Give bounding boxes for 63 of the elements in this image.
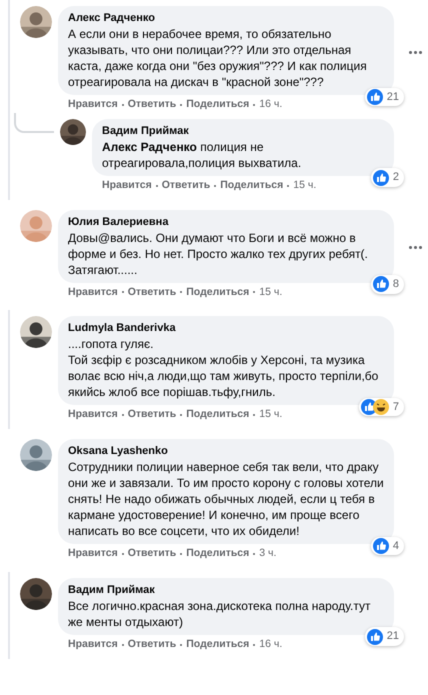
- comment-text: Алекс Радченко полиция не отреагировала,полиция выхватила.: [102, 138, 302, 171]
- action-link[interactable]: Ответить: [162, 178, 210, 194]
- reaction-count[interactable]: 4: [370, 536, 404, 555]
- action-link[interactable]: Ответить: [128, 407, 176, 423]
- action-link[interactable]: Нравится: [68, 284, 118, 300]
- dot-separator-icon: [122, 552, 124, 555]
- timestamp[interactable]: 15 ч.: [259, 284, 282, 300]
- more-options-icon[interactable]: [409, 50, 422, 54]
- action-link[interactable]: Поделиться: [220, 178, 284, 194]
- reaction-count[interactable]: 7: [358, 398, 404, 416]
- dot-separator-icon: [156, 184, 158, 187]
- dot-separator-icon: [180, 552, 182, 555]
- action-link[interactable]: Поделиться: [186, 407, 250, 423]
- author-name[interactable]: Ludmyla Banderivka: [68, 321, 384, 336]
- timestamp[interactable]: 15 ч.: [293, 178, 316, 194]
- dot-separator-icon: [253, 104, 256, 106]
- author-name[interactable]: Вадим Приймак: [68, 582, 384, 598]
- comment-text: А если они в нерабочее время, то обязательно указывать, что они полицаи??? Или это отдельная каста, даже когда они "без оружия"??? И как полиция отреагировала на дискач в "красной зоне"???: [68, 26, 368, 90]
- reaction-count[interactable]: 21: [364, 627, 404, 646]
- reaction-count[interactable]: 8: [370, 275, 404, 294]
- timestamp[interactable]: 15 ч.: [259, 407, 282, 423]
- action-link[interactable]: Ответить: [128, 636, 176, 652]
- dot-separator-icon: [253, 291, 256, 294]
- timestamp[interactable]: 16 ч.: [259, 636, 282, 652]
- reply-connector: [14, 112, 54, 133]
- dot-separator-icon: [180, 291, 182, 294]
- comment-text: Довы@вались. Они думают что Боги и всё можно в форме и без. Но нет. Просто жалко тех других ребят(. Затягают......: [68, 230, 369, 278]
- reaction-count[interactable]: 2: [370, 168, 404, 187]
- action-link[interactable]: Ответить: [128, 284, 176, 300]
- comment-text: Сотрудники полиции наверное себя так вели, что драку они же и завязали. То им просто корону с головы хотели снять! Не надо обижать обычных людей, если ц тебя в кармане удостоверение! И конечно, им проще всего написать во все соцсети, что их обидели!: [68, 459, 384, 539]
- reaction-count[interactable]: 21: [364, 88, 404, 106]
- action-link[interactable]: Поделиться: [186, 97, 250, 113]
- action-link[interactable]: Поделиться: [186, 636, 250, 652]
- timestamp[interactable]: 3 ч.: [259, 546, 276, 562]
- action-link[interactable]: Ответить: [128, 546, 176, 562]
- dot-separator-icon: [180, 644, 182, 646]
- comment-text: ....гопота гуляє. Той зєфір є розсадником жлобів у Херсоні, та музика волає всю ніч,а люди,що там живуть, просто терпіли,бо якийсь жлоб все порішав.тьфу,гниль.: [68, 336, 380, 400]
- dot-separator-icon: [253, 644, 256, 646]
- action-link[interactable]: Нравится: [68, 546, 118, 562]
- author-name[interactable]: Вадим Приймак: [102, 124, 384, 139]
- dot-separator-icon: [122, 291, 124, 294]
- comment-text: Все логично.красная зона.дискотека полна народу.тут же менты отдыхают): [68, 598, 372, 630]
- dot-separator-icon: [287, 184, 290, 187]
- dot-separator-icon: [253, 414, 256, 416]
- action-link[interactable]: Нравится: [68, 407, 118, 423]
- author-name[interactable]: Юлия Валериевна: [68, 214, 384, 230]
- action-link[interactable]: Нравится: [68, 97, 118, 113]
- dot-separator-icon: [214, 184, 216, 187]
- more-options-icon[interactable]: [409, 246, 422, 249]
- action-link[interactable]: Поделиться: [186, 284, 250, 300]
- dot-separator-icon: [180, 104, 182, 106]
- action-link[interactable]: Нравится: [68, 636, 118, 652]
- dot-separator-icon: [253, 552, 256, 555]
- dot-separator-icon: [122, 414, 124, 416]
- author-name[interactable]: Oksana Lyashenko: [68, 444, 384, 459]
- dot-separator-icon: [122, 104, 124, 106]
- action-link[interactable]: Нравится: [102, 178, 152, 194]
- action-link[interactable]: Ответить: [128, 97, 176, 113]
- dot-separator-icon: [180, 414, 182, 416]
- author-name[interactable]: Алекс Радченко: [68, 11, 384, 26]
- timestamp[interactable]: 16 ч.: [259, 97, 282, 113]
- dot-separator-icon: [122, 644, 124, 646]
- action-link[interactable]: Поделиться: [186, 546, 250, 562]
